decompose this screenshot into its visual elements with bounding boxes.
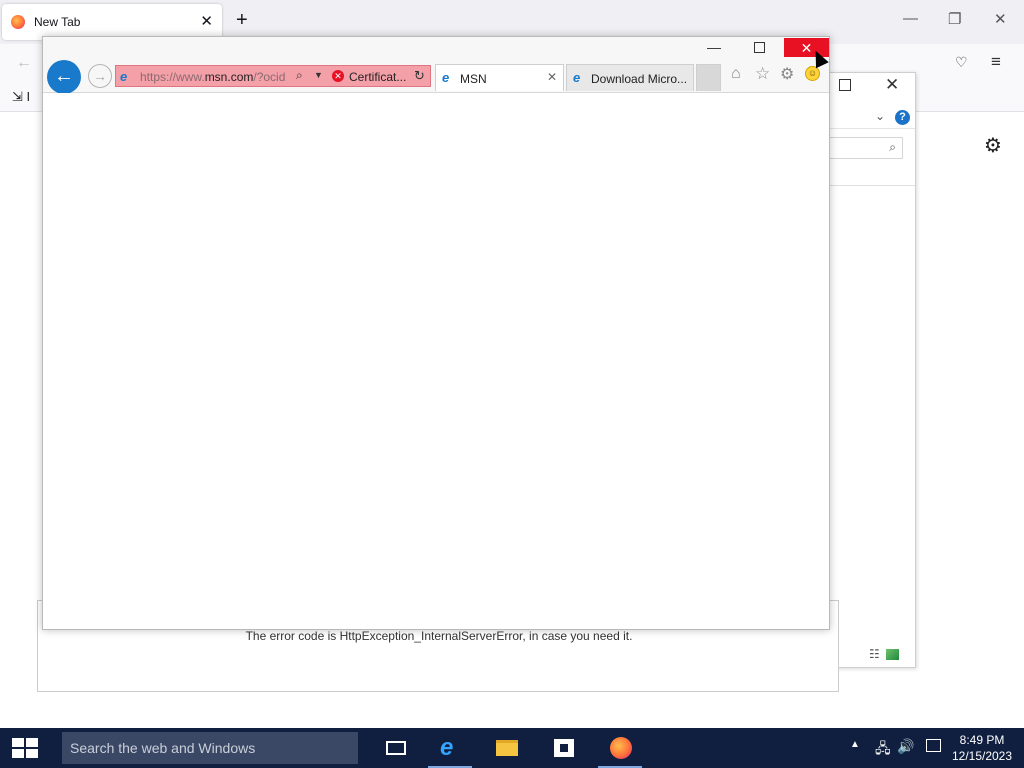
taskbar-search-box[interactable]: Search the web and Windows: [62, 732, 358, 764]
windows-logo-pane: [26, 749, 38, 758]
maximize-icon[interactable]: [839, 79, 851, 91]
certificate-error-label[interactable]: Certificat...: [349, 70, 406, 84]
windows-logo-pane: [12, 738, 24, 747]
dialog-header-row: ⌄ ?: [819, 107, 915, 129]
divider: [819, 185, 915, 186]
dialog-footer-icons: ☷: [869, 647, 899, 661]
clock-time: 8:49 PM: [959, 733, 1005, 747]
close-icon[interactable]: ✕: [885, 75, 899, 95]
network-icon[interactable]: 🖧: [875, 738, 891, 762]
new-tab-button[interactable]: +: [236, 9, 248, 32]
internet-explorer-window: — ✕ ← → e https://www.msn.com/?ocid ⌕ ▼ …: [42, 36, 830, 630]
tools-gear-icon[interactable]: ⚙: [780, 64, 794, 84]
task-view-button[interactable]: [372, 728, 420, 768]
new-tab-button[interactable]: [696, 64, 721, 91]
chevron-down-icon[interactable]: ⌄: [875, 109, 885, 123]
windows-logo-pane: [12, 749, 24, 758]
tab-msn[interactable]: e MSN ✕: [435, 64, 564, 91]
ie-maximize-button[interactable]: [754, 42, 765, 53]
volume-icon[interactable]: 🔊: [897, 738, 914, 755]
firefox-icon: [11, 15, 25, 29]
ie-title-bar: — ✕: [43, 37, 829, 58]
tab-title: MSN: [460, 72, 487, 86]
ie-minimize-button[interactable]: —: [707, 39, 721, 55]
tab-title: Download Micro...: [591, 72, 688, 86]
back-arrow-icon[interactable]: ←: [16, 54, 32, 72]
file-explorer-icon: [496, 740, 518, 756]
background-dialog: ✕ ⌄ ? ⌕ ☷: [818, 72, 916, 668]
dialog-search-input[interactable]: ⌕: [819, 137, 903, 159]
close-window-button[interactable]: ✕: [994, 10, 1007, 28]
dropdown-arrow-icon[interactable]: ▼: [314, 70, 323, 80]
taskbar-store[interactable]: [540, 728, 588, 768]
forward-button[interactable]: →: [88, 64, 112, 88]
tab-download-microsoft[interactable]: e Download Micro...: [566, 64, 694, 91]
store-icon: [554, 739, 574, 757]
ie-page-icon: e: [442, 70, 450, 85]
taskbar-internet-explorer[interactable]: e: [426, 728, 474, 768]
firefox-tab-title: New Tab: [34, 15, 81, 29]
taskbar: Search the web and Windows e ▲ 🖧 🔊 8:49 …: [0, 728, 1024, 768]
taskbar-firefox[interactable]: [596, 728, 644, 768]
search-icon[interactable]: ⌕: [296, 68, 303, 83]
taskbar-file-explorer[interactable]: [482, 728, 530, 768]
action-center-icon[interactable]: [926, 739, 941, 752]
ie-page-icon: e: [573, 70, 581, 85]
import-bookmarks-button[interactable]: ⇲ I: [12, 89, 30, 105]
internet-explorer-icon: e: [440, 734, 454, 761]
start-button[interactable]: [12, 738, 38, 758]
firefox-tab-new-tab[interactable]: New Tab ✕: [2, 4, 222, 40]
pocket-icon[interactable]: ♡: [955, 54, 968, 71]
error-message: The error code is HttpException_Internal…: [245, 629, 633, 643]
address-bar[interactable]: e https://www.msn.com/?ocid ⌕ ▼ ✕ Certif…: [115, 65, 431, 87]
task-view-icon: [386, 741, 406, 755]
menu-icon[interactable]: ≡: [991, 52, 1001, 72]
search-placeholder: Search the web and Windows: [70, 740, 256, 756]
image-icon[interactable]: [885, 649, 899, 661]
help-icon[interactable]: ?: [895, 110, 910, 125]
favorites-star-icon[interactable]: ☆: [755, 64, 770, 84]
feedback-smiley-icon[interactable]: ☺: [805, 66, 820, 81]
ie-page-icon: e: [120, 69, 128, 84]
firefox-icon: [610, 737, 632, 759]
refresh-icon[interactable]: ↻: [414, 68, 425, 84]
clock-date: 12/15/2023: [951, 749, 1013, 763]
close-tab-icon[interactable]: ✕: [200, 12, 213, 30]
ie-navigation-bar: ← → e https://www.msn.com/?ocid ⌕ ▼ ✕ Ce…: [43, 57, 829, 94]
close-tab-icon[interactable]: ✕: [547, 70, 557, 84]
search-icon: ⌕: [889, 140, 896, 154]
windows-logo-pane: [26, 738, 38, 747]
certificate-error-icon[interactable]: ✕: [332, 70, 344, 82]
ie-page-content: [43, 93, 829, 629]
clock[interactable]: 8:49 PM 12/15/2023: [950, 732, 1014, 764]
minimize-button[interactable]: —: [903, 10, 918, 27]
show-hidden-icons-chevron[interactable]: ▲: [850, 739, 860, 750]
list-view-icon[interactable]: ☷: [869, 647, 880, 661]
settings-gear-icon[interactable]: ⚙: [984, 133, 1002, 158]
back-button[interactable]: ←: [47, 60, 81, 94]
restore-button[interactable]: ❐: [948, 10, 961, 28]
home-icon[interactable]: ⌂: [731, 65, 741, 83]
address-url[interactable]: https://www.msn.com/?ocid: [140, 70, 290, 84]
